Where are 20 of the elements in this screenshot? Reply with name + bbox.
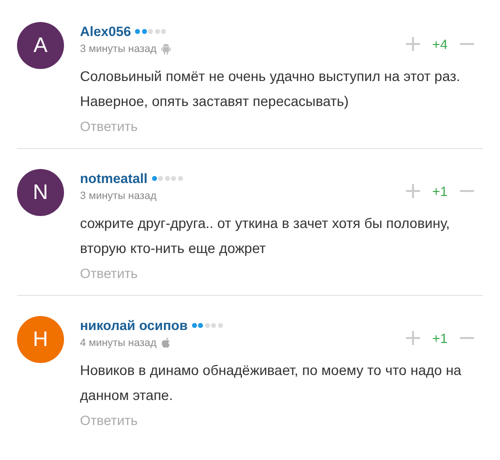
comment-text: сожрите друг-друга.. от уткина в зачет хотя бы половину, вторую кто-нить еще дожрет xyxy=(80,214,451,258)
comment-text: Новиков в динамо обнадёживает, по моему то что надо на данном этапе. xyxy=(80,361,462,405)
user-avatar: A xyxy=(17,22,64,69)
author-name[interactable]: notmeatall xyxy=(80,170,148,186)
plus-icon[interactable] xyxy=(405,330,421,346)
author-name[interactable]: Alex056 xyxy=(80,24,132,38)
comment-time: 4 минуты назад xyxy=(80,337,156,349)
comment-time: 3 минуты назад xyxy=(80,43,156,55)
vote-score: +1 xyxy=(431,330,449,346)
author-name[interactable]: николай осипов xyxy=(80,318,188,332)
vote-score: +4 xyxy=(431,36,449,52)
user-avatar: N xyxy=(17,169,64,216)
android-icon xyxy=(161,43,172,55)
apple-icon xyxy=(161,337,172,349)
plus-icon[interactable] xyxy=(405,183,421,199)
vote-score: +1 xyxy=(431,184,449,198)
comment-text: Соловьиный помёт не очень удачно выступил на этот раз. Наверное, опять заставят пересасывать) xyxy=(80,67,462,111)
user-avatar: Н xyxy=(17,316,64,363)
comment-time: 3 минуты назад xyxy=(80,190,156,202)
plus-icon[interactable] xyxy=(405,36,421,52)
